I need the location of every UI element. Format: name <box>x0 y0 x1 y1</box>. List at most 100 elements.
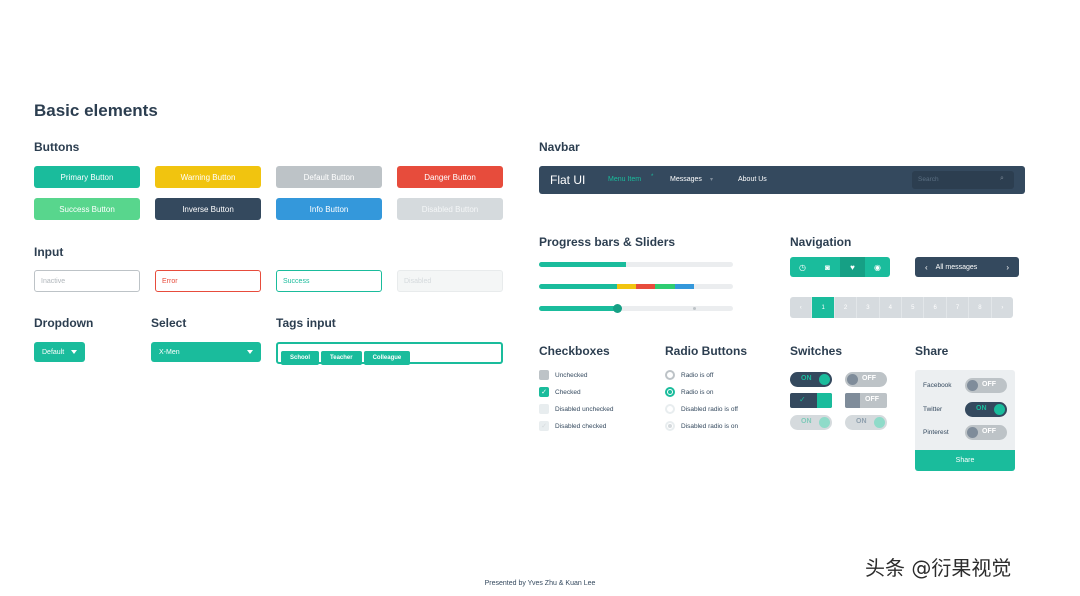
switch-label: OFF <box>982 428 996 435</box>
switch-knob <box>967 380 978 391</box>
facebook-switch[interactable]: OFF <box>965 378 1007 393</box>
radio-dot <box>668 424 672 428</box>
check-icon: ✓ <box>799 395 806 404</box>
switch-label: ON <box>801 418 812 425</box>
page-link[interactable]: 8 <box>969 297 992 318</box>
navbar-item-messages[interactable]: Messages <box>670 176 702 183</box>
error-input[interactable]: Error <box>155 270 261 292</box>
success-input[interactable]: Success <box>276 270 382 292</box>
radio-label: Radio is off <box>681 371 714 379</box>
asterisk-icon: * <box>651 174 654 180</box>
checkbox-label: Checked <box>555 388 581 396</box>
switch-knob <box>817 393 832 408</box>
navbar-search-input[interactable]: Search ⌕ <box>912 171 1014 189</box>
primary-button[interactable]: Primary Button <box>34 166 140 188</box>
progress-segment <box>616 284 636 289</box>
slider-handle[interactable] <box>612 304 622 313</box>
share-heading: Share <box>915 344 949 358</box>
pagination-prev-icon[interactable]: ‹ <box>790 297 813 318</box>
success-button[interactable]: Success Button <box>34 198 140 220</box>
danger-button[interactable]: Danger Button <box>397 166 503 188</box>
radio-disabled-on: Disabled radio is on <box>665 421 738 431</box>
switch-knob <box>874 417 885 428</box>
slider-fill <box>539 306 617 311</box>
navbar-item-about[interactable]: About Us <box>738 176 767 183</box>
dropdown-button[interactable]: Default <box>34 342 85 362</box>
eye-icon[interactable]: ◉ <box>865 257 890 277</box>
page-link[interactable]: 5 <box>902 297 925 318</box>
info-button[interactable]: Info Button <box>276 198 382 220</box>
default-button[interactable]: Default Button <box>276 166 382 188</box>
footer-credit: Presented by Yves Zhu & Kuan Lee <box>484 580 596 587</box>
chevron-right-icon[interactable]: › <box>1006 263 1009 272</box>
page-link[interactable]: 4 <box>880 297 903 318</box>
share-button[interactable]: Share <box>915 450 1015 471</box>
page-link[interactable]: 7 <box>947 297 970 318</box>
radio-off[interactable]: Radio is off <box>665 370 713 380</box>
page-link[interactable]: 3 <box>857 297 880 318</box>
navigation-heading: Navigation <box>790 235 852 249</box>
checkbox-checked[interactable]: ✓ Checked <box>539 387 581 397</box>
checkbox-box[interactable] <box>539 370 549 380</box>
search-placeholder: Search <box>918 176 939 183</box>
heart-icon[interactable]: ♥ <box>840 257 865 277</box>
checkbox-box <box>539 404 549 414</box>
share-twitter-label: Twitter <box>923 406 943 413</box>
share-facebook-label: Facebook <box>923 382 952 389</box>
radio-circle[interactable] <box>665 387 675 397</box>
checkbox-disabled-unchecked: Disabled unchecked <box>539 404 614 414</box>
switch-square-off[interactable]: OFF <box>845 393 887 408</box>
radio-disabled-off: Disabled radio is off <box>665 404 738 414</box>
pagination: ‹ 1 2 3 4 5 6 7 8 › <box>790 297 1013 318</box>
page-link[interactable]: 6 <box>924 297 947 318</box>
chevron-down-icon: ▾ <box>710 177 714 183</box>
slider-track[interactable] <box>539 306 733 311</box>
pinterest-switch[interactable]: OFF <box>965 425 1007 440</box>
navbar-heading: Navbar <box>539 140 580 154</box>
tag-school[interactable]: School <box>281 351 320 365</box>
switch-knob <box>994 404 1005 415</box>
disabled-input: Disabled <box>397 270 503 292</box>
disabled-button: Disabled Button <box>397 198 503 220</box>
radio-dot <box>668 390 672 394</box>
switch-label: OFF <box>982 381 996 388</box>
switch-label: OFF <box>862 375 876 382</box>
navbar-item-menu[interactable]: Menu Item <box>608 176 641 183</box>
checkbox-label: Disabled checked <box>555 422 607 430</box>
twitter-switch[interactable]: ON <box>965 402 1007 417</box>
tag-teacher[interactable]: Teacher <box>321 351 362 365</box>
tags-input[interactable]: School Teacher Colleague <box>276 342 503 365</box>
camera-icon[interactable]: ◙ <box>815 257 840 277</box>
tags-input-heading: Tags input <box>276 316 336 330</box>
navbar-brand[interactable]: Flat UI <box>550 173 585 187</box>
dropdown-heading: Dropdown <box>34 316 94 330</box>
icon-button-group: ◷ ◙ ♥ ◉ <box>790 257 890 277</box>
switch-off[interactable]: OFF <box>845 372 887 387</box>
chevron-left-icon[interactable]: ‹ <box>925 263 928 272</box>
page-link[interactable]: 2 <box>835 297 858 318</box>
checkbox-unchecked[interactable]: Unchecked <box>539 370 588 380</box>
progress-segment <box>674 284 695 289</box>
switch-disabled-on-2: ON <box>845 415 887 430</box>
switch-on[interactable]: ON <box>790 372 832 387</box>
pagination-next-icon[interactable]: › <box>992 297 1013 318</box>
search-icon[interactable]: ⌕ <box>1000 175 1004 183</box>
input-heading: Input <box>34 245 64 259</box>
switch-label: ON <box>856 418 867 425</box>
radio-on[interactable]: Radio is on <box>665 387 714 397</box>
radio-circle <box>665 421 675 431</box>
inverse-button[interactable]: Inverse Button <box>155 198 261 220</box>
inactive-input[interactable]: Inactive <box>34 270 140 292</box>
radio-circle[interactable] <box>665 370 675 380</box>
check-icon[interactable]: ✓ <box>539 387 549 397</box>
switch-square-on[interactable]: ✓ <box>790 393 832 408</box>
all-messages-nav[interactable]: ‹ All messages › <box>915 257 1019 277</box>
warning-button[interactable]: Warning Button <box>155 166 261 188</box>
switch-label: ON <box>976 405 987 412</box>
tag-colleague[interactable]: Colleague <box>363 351 411 365</box>
checkboxes-heading: Checkboxes <box>539 344 610 358</box>
clock-icon[interactable]: ◷ <box>790 257 815 277</box>
page-link[interactable]: 1 <box>812 297 835 318</box>
share-pinterest-label: Pinterest <box>923 429 949 436</box>
select-field[interactable]: X-Men <box>151 342 261 362</box>
